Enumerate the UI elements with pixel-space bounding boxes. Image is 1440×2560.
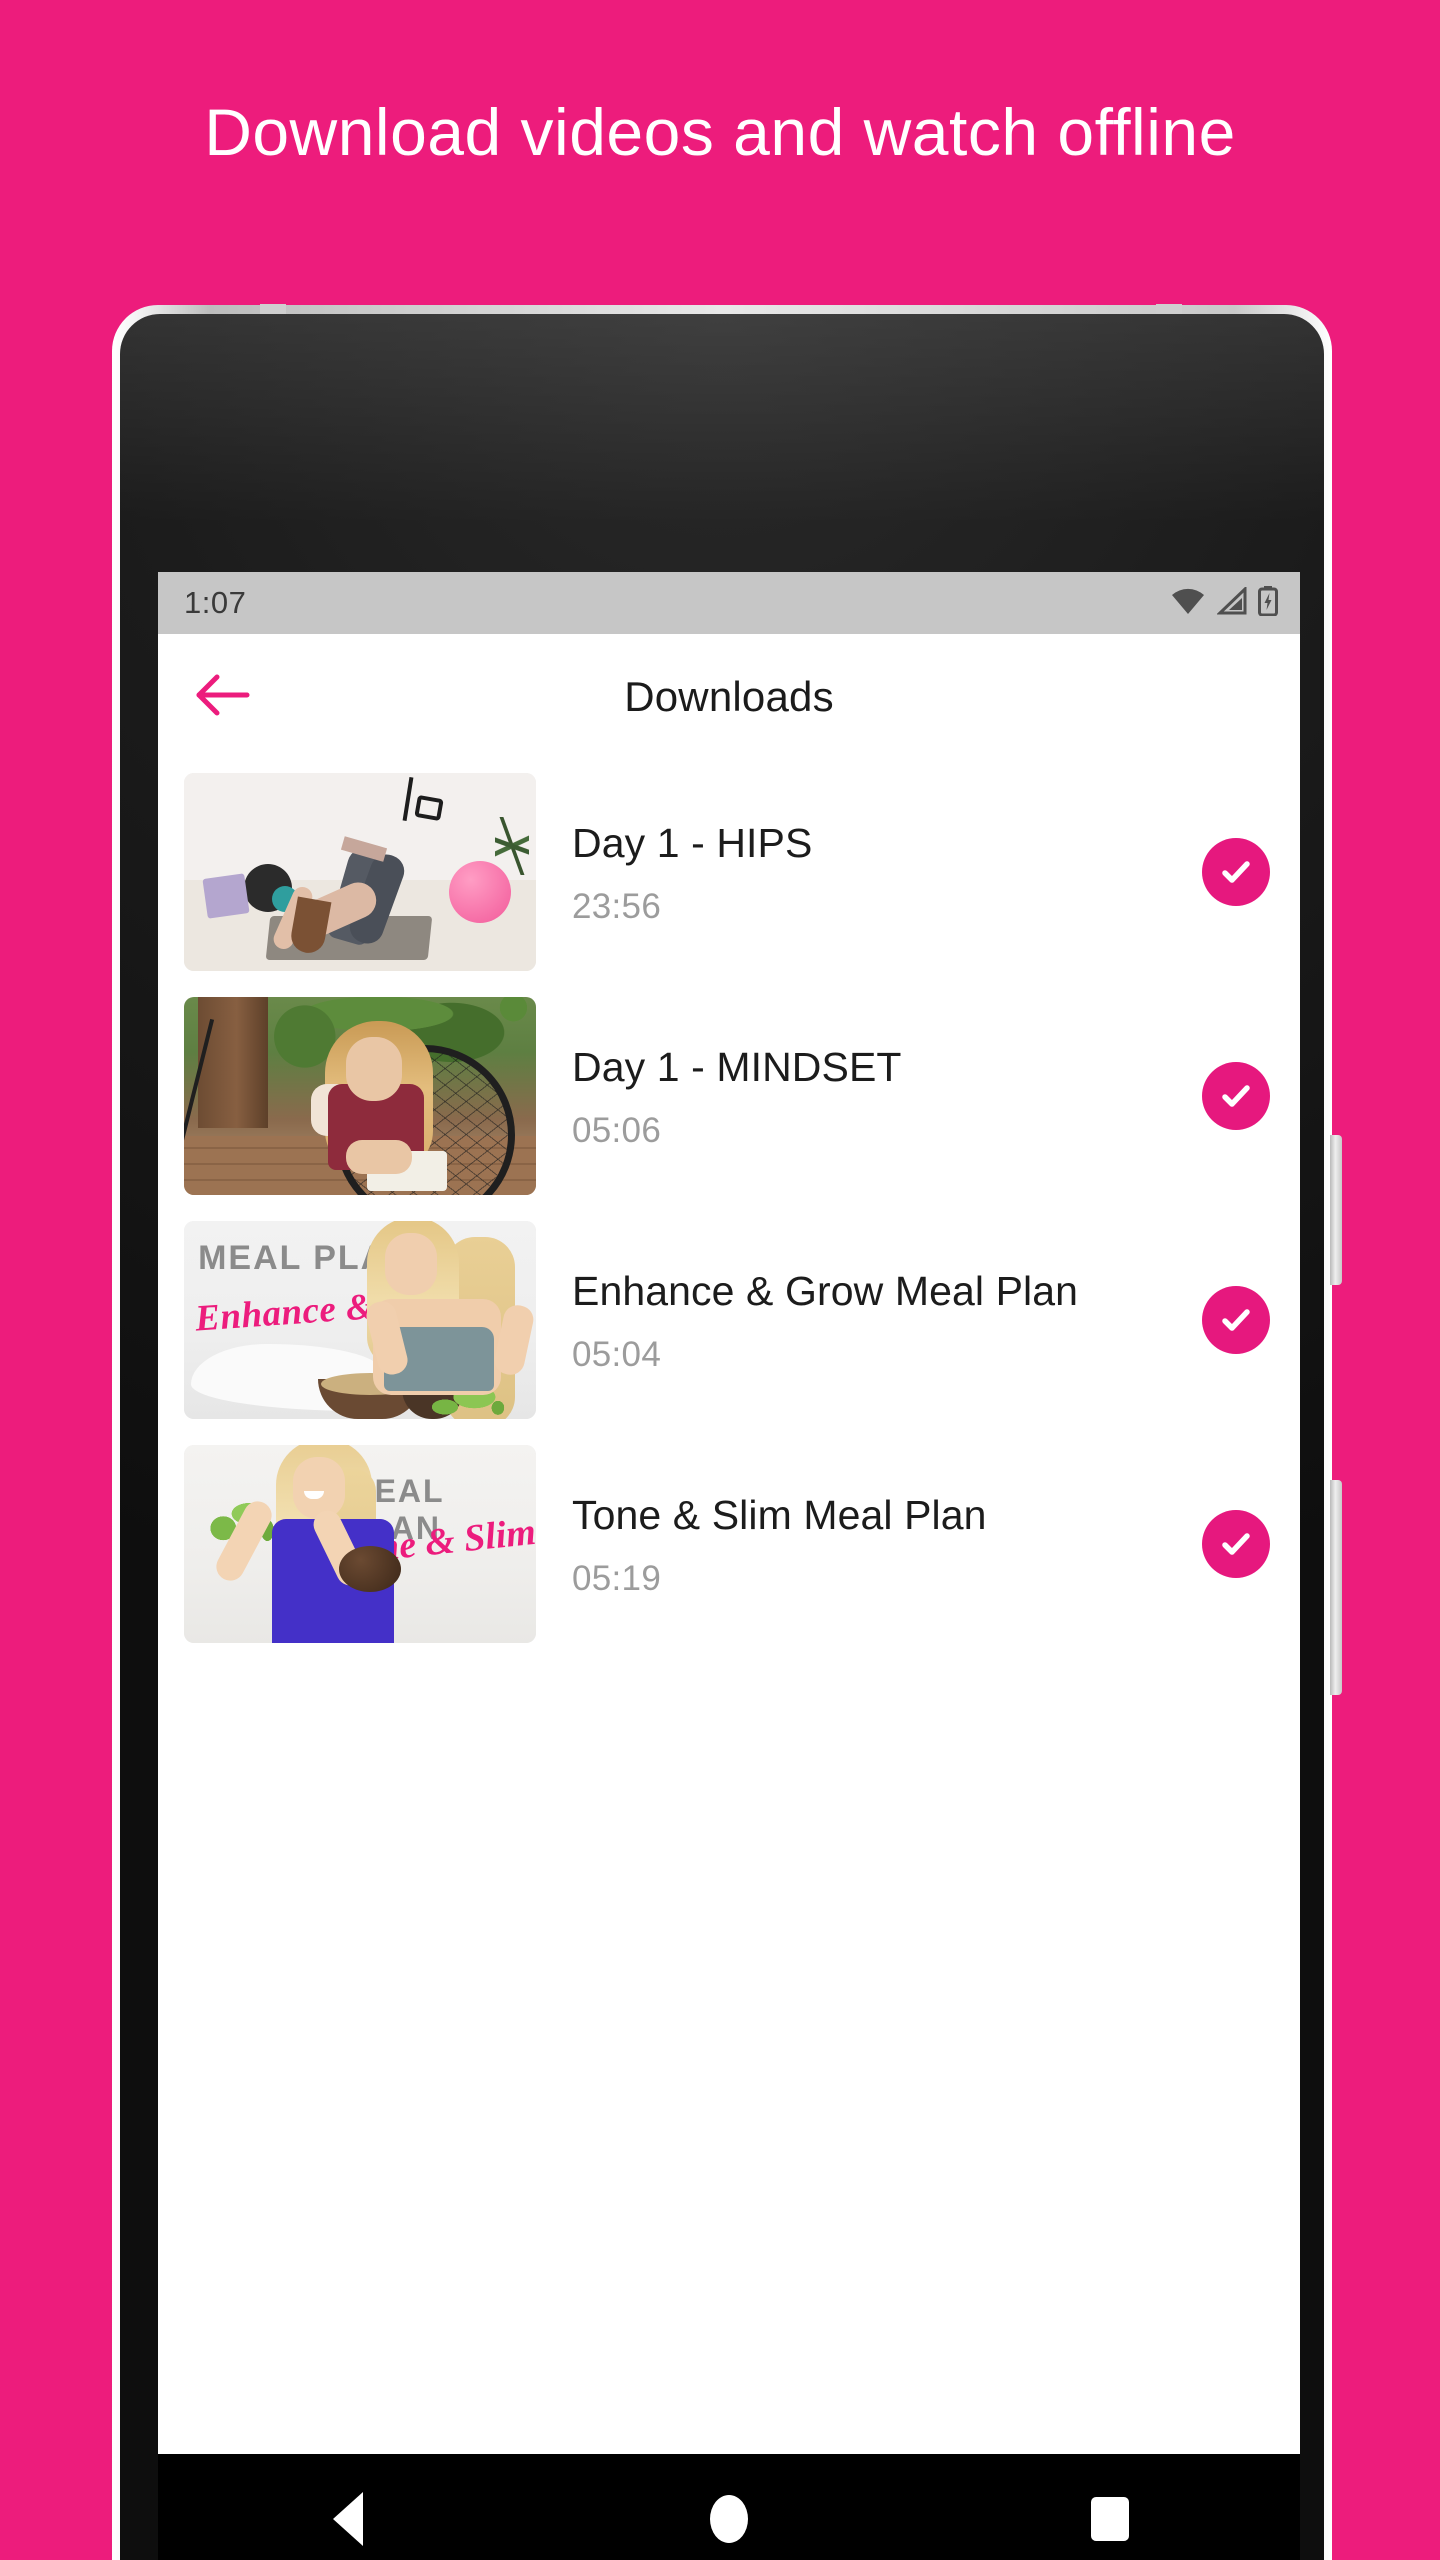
phone-body: 1:07 Downloads Day 1 - HIPS 23:56 Day 1 … — [120, 314, 1324, 2560]
arrow-left-icon — [195, 672, 251, 723]
list-item-title: Tone & Slim Meal Plan — [572, 1491, 987, 1538]
nav-recents-button[interactable] — [1035, 2454, 1185, 2560]
check-circle-icon[interactable] — [1202, 1510, 1270, 1578]
list-item-duration: 23:56 — [572, 887, 662, 927]
check-circle-icon[interactable] — [1202, 1286, 1270, 1354]
volume-rocker[interactable] — [1330, 1135, 1342, 1285]
list-item-duration: 05:04 — [572, 1335, 662, 1375]
power-button[interactable] — [1330, 1480, 1342, 1695]
nav-home-circle-icon — [709, 2495, 748, 2543]
list-item-duration: 05:06 — [572, 1111, 662, 1151]
list-item-text: Day 1 - MINDSET 05:06 — [536, 1041, 1202, 1151]
list-item-text: Enhance & Grow Meal Plan 05:04 — [536, 1265, 1202, 1375]
nav-home-button[interactable] — [654, 2454, 804, 2560]
downloads-list: Day 1 - HIPS 23:56 Day 1 - MINDSET 05:06… — [158, 760, 1300, 1656]
cellular-signal-icon — [1216, 584, 1247, 620]
battery-charging-icon — [1258, 585, 1278, 621]
nav-recents-square-icon — [1090, 2497, 1129, 2541]
status-bar-clock: 1:07 — [184, 585, 247, 620]
list-item[interactable]: Day 1 - HIPS 23:56 — [158, 760, 1300, 984]
android-navigation-bar — [158, 2454, 1300, 2560]
yoga-downward-dog-thumbnail — [184, 773, 536, 971]
list-item[interactable]: MEAL PLAN Tone & Slim Tone & Slim Meal P… — [158, 1432, 1300, 1656]
list-item-title: Day 1 - MINDSET — [572, 1043, 902, 1090]
list-item-title: Day 1 - HIPS — [572, 819, 813, 866]
list-item-duration: 05:19 — [572, 1559, 662, 1599]
status-bar-icons — [1170, 584, 1278, 621]
phone-device-mockup: 1:07 Downloads Day 1 - HIPS 23:56 Day 1 … — [112, 304, 1342, 2560]
phone-glass-gloss — [120, 314, 1324, 524]
wifi-icon — [1170, 587, 1206, 620]
list-item[interactable]: MEAL PLAN Enhance & Grow Enhance & Grow … — [158, 1208, 1300, 1432]
list-item[interactable]: Day 1 - MINDSET 05:06 — [158, 984, 1300, 1208]
meal-plan-enhance-grow-thumbnail: MEAL PLAN Enhance & Grow — [184, 1221, 536, 1419]
list-item-text: Day 1 - HIPS 23:56 — [536, 817, 1202, 927]
list-item-text: Tone & Slim Meal Plan 05:19 — [536, 1489, 1202, 1599]
nav-back-button[interactable] — [273, 2454, 423, 2560]
page-title: Downloads — [624, 673, 834, 720]
back-button[interactable] — [180, 654, 266, 740]
woman-hammock-chair-thumbnail — [184, 997, 536, 1195]
promo-headline: Download videos and watch offline — [204, 95, 1236, 169]
phone-screen: 1:07 Downloads Day 1 - HIPS 23:56 Day 1 … — [158, 572, 1300, 2560]
check-circle-icon[interactable] — [1202, 838, 1270, 906]
check-circle-icon[interactable] — [1202, 1062, 1270, 1130]
app-bar: Downloads — [158, 634, 1300, 760]
meal-plan-tone-slim-thumbnail: MEAL PLAN Tone & Slim — [184, 1445, 536, 1643]
list-item-title: Enhance & Grow Meal Plan — [572, 1267, 1079, 1314]
nav-back-triangle-icon — [333, 2492, 364, 2546]
android-status-bar: 1:07 — [158, 572, 1300, 634]
